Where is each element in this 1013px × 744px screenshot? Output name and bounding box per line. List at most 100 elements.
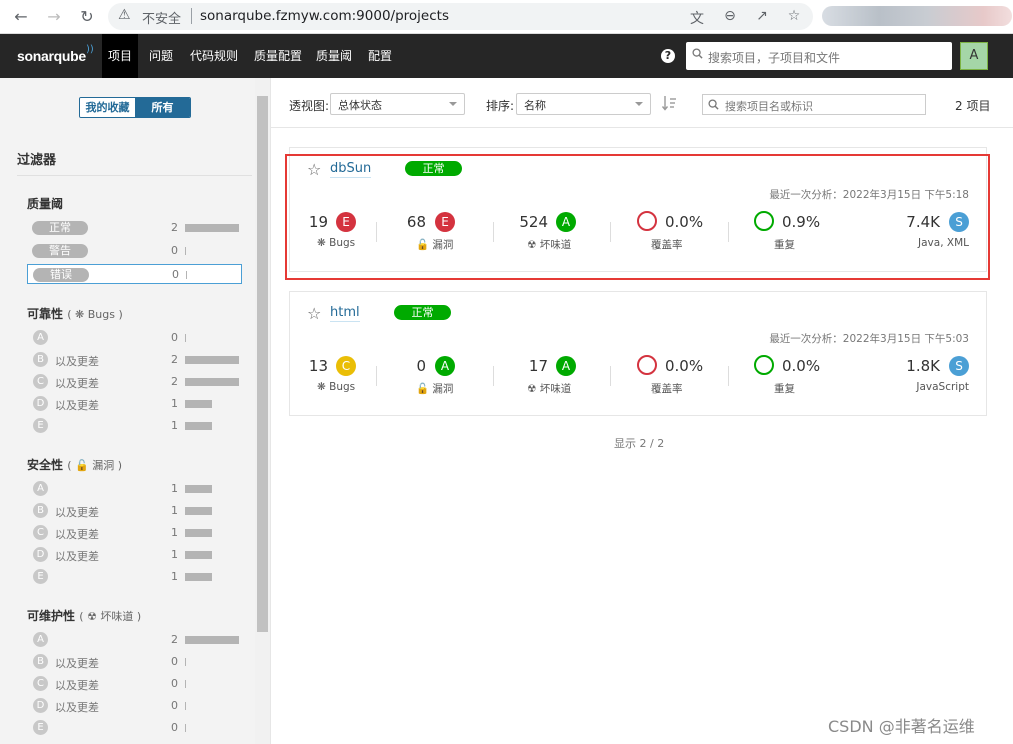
global-search-input[interactable]: 搜索项目，子项目和文件 bbox=[686, 42, 952, 70]
coverage-value[interactable]: 0.0% bbox=[665, 213, 703, 231]
rating-grade-badge: D bbox=[33, 547, 48, 562]
perspective-value: 总体状态 bbox=[338, 99, 382, 112]
radiation-icon: ☢ bbox=[87, 610, 97, 623]
reload-icon[interactable]: ↻ bbox=[75, 5, 99, 29]
facet-count: 1 bbox=[171, 570, 178, 583]
rating-grade-badge: E bbox=[33, 418, 48, 433]
facet-row-security[interactable]: A1 bbox=[27, 479, 242, 499]
facet-bar bbox=[185, 422, 212, 430]
facet-option-label: 以及更差 bbox=[55, 506, 99, 519]
perspective-select[interactable]: 总体状态 bbox=[330, 93, 465, 115]
maintainability-facet-title: 可维护性 ( ☢ 坏味道 ) bbox=[27, 607, 141, 624]
facet-row-security[interactable]: C 以及更差 1 bbox=[27, 523, 242, 543]
all-option[interactable]: 所有 bbox=[135, 98, 190, 117]
project-name-link[interactable]: dbSun bbox=[330, 161, 372, 178]
bugs-value[interactable]: 13 bbox=[309, 357, 328, 375]
bugs-value[interactable]: 19 bbox=[309, 213, 328, 231]
sidebar-scroll-thumb[interactable] bbox=[257, 96, 268, 632]
facet-row-maintainability[interactable]: A2 bbox=[27, 630, 242, 650]
facet-row-maintainability[interactable]: D 以及更差 0 bbox=[27, 696, 242, 716]
facet-row-reliability[interactable]: D 以及更差 1 bbox=[27, 394, 242, 414]
duplications-value[interactable]: 0.0% bbox=[782, 357, 820, 375]
project-count: 2 项目 bbox=[955, 99, 991, 113]
project-card: ☆ html 正常 最近一次分析：2022年3月15日 下午5:03 13 C ❋ Bugs… bbox=[289, 291, 987, 416]
facet-row-reliability[interactable]: A0 bbox=[27, 328, 242, 348]
back-icon[interactable]: ← bbox=[9, 5, 33, 29]
favorites-toggle[interactable]: 我的收藏 所有 bbox=[79, 97, 191, 118]
sort-select[interactable]: 名称 bbox=[516, 93, 651, 115]
favorite-star-icon[interactable]: ☆ bbox=[307, 304, 321, 323]
address-bar[interactable]: ⚠ 不安全 sonarqube.fzmyw.com:9000/projects … bbox=[108, 3, 813, 30]
code-smells-label: ☢ 坏味道 bbox=[527, 237, 571, 252]
facet-row-security[interactable]: E1 bbox=[27, 567, 242, 587]
vulnerabilities-label: 🔓 漏洞 bbox=[416, 381, 453, 396]
project-search-input[interactable]: 搜索项目名或标识 bbox=[702, 94, 926, 115]
security-subtitle-text: 漏洞 bbox=[92, 459, 115, 472]
lines-of-code-value[interactable]: 7.4K bbox=[906, 213, 940, 231]
favorites-option[interactable]: 我的收藏 bbox=[80, 98, 135, 117]
code-smells-value[interactable]: 17 bbox=[529, 357, 548, 375]
project-name-link[interactable]: html bbox=[330, 305, 360, 322]
sort-direction-icon[interactable] bbox=[661, 94, 677, 112]
url-text[interactable]: sonarqube.fzmyw.com:9000/projects bbox=[200, 8, 449, 24]
share-icon[interactable]: ↗ bbox=[753, 8, 771, 24]
bugs-label-text: Bugs bbox=[329, 381, 356, 393]
facet-row-quality_gate[interactable]: 警告 0 bbox=[27, 241, 242, 261]
quality-gate-status-pill: 错误 bbox=[33, 268, 89, 282]
facet-row-maintainability[interactable]: B 以及更差 0 bbox=[27, 652, 242, 672]
duplications-value[interactable]: 0.9% bbox=[782, 213, 820, 231]
maintainability-title: 可维护性 bbox=[27, 609, 76, 623]
coverage-value[interactable]: 0.0% bbox=[665, 357, 703, 375]
sonarqube-logo[interactable]: sonarqube bbox=[17, 48, 86, 64]
facet-row-quality_gate[interactable]: 正常 2 bbox=[27, 218, 242, 238]
facet-count: 2 bbox=[171, 221, 178, 234]
facet-row-reliability[interactable]: E1 bbox=[27, 416, 242, 436]
facet-row-quality_gate[interactable]: 错误 0 bbox=[27, 264, 242, 284]
bookmark-star-icon[interactable]: ☆ bbox=[785, 8, 803, 24]
rating-grade-badge: E bbox=[33, 720, 48, 735]
facet-row-security[interactable]: D 以及更差 1 bbox=[27, 545, 242, 565]
metric-divider bbox=[376, 366, 377, 386]
global-search-placeholder: 搜索项目，子项目和文件 bbox=[708, 51, 841, 65]
sonarqube-navbar: sonarqube )) 项目 问题 代码规则 质量配置 质量阈 配置 ? 搜索… bbox=[0, 34, 1013, 78]
lines-of-code-value[interactable]: 1.8K bbox=[906, 357, 940, 375]
quality-gate-badge: 正常 bbox=[394, 305, 451, 320]
vulnerabilities-label-text: 漏洞 bbox=[432, 239, 454, 251]
help-icon[interactable]: ? bbox=[661, 49, 675, 63]
code-smells-value[interactable]: 524 bbox=[519, 213, 548, 231]
facet-bar bbox=[185, 658, 186, 666]
bug-icon: ❋ bbox=[75, 308, 85, 321]
vulnerabilities-label-text: 漏洞 bbox=[432, 383, 454, 395]
security-subtitle: ( 🔓 漏洞 ) bbox=[67, 459, 122, 472]
chevron-down-icon bbox=[449, 102, 457, 106]
facet-bar bbox=[186, 271, 187, 279]
facet-row-maintainability[interactable]: E0 bbox=[27, 718, 242, 738]
facet-row-maintainability[interactable]: C 以及更差 0 bbox=[27, 674, 242, 694]
nav-administration[interactable]: 配置 bbox=[362, 34, 398, 78]
user-avatar[interactable]: A bbox=[960, 42, 988, 70]
nav-quality-profiles[interactable]: 质量配置 bbox=[248, 34, 308, 78]
code-smells-label-text: 坏味道 bbox=[539, 239, 572, 251]
vulnerabilities-grade-badge: E bbox=[435, 212, 455, 232]
vulnerabilities-value[interactable]: 0 bbox=[416, 357, 426, 375]
facet-count: 1 bbox=[171, 482, 178, 495]
nav-projects[interactable]: 项目 bbox=[102, 34, 139, 78]
size-grade-badge: S bbox=[949, 212, 969, 232]
coverage-ring-icon bbox=[637, 355, 657, 375]
vulnerabilities-value[interactable]: 68 bbox=[407, 213, 426, 231]
nav-rules[interactable]: 代码规则 bbox=[184, 34, 244, 78]
nav-issues[interactable]: 问题 bbox=[143, 34, 179, 78]
forward-icon[interactable]: → bbox=[42, 5, 66, 29]
metric-divider bbox=[376, 222, 377, 242]
translate-icon[interactable]: 文 bbox=[688, 8, 706, 28]
zoom-out-icon[interactable]: ⊖ bbox=[721, 8, 739, 24]
logo-wave-icon: )) bbox=[86, 44, 94, 55]
security-title: 安全性 bbox=[27, 458, 64, 472]
facet-row-reliability[interactable]: B 以及更差 2 bbox=[27, 350, 242, 370]
maintainability-subtitle: ( ☢ 坏味道 ) bbox=[79, 610, 142, 623]
facet-row-security[interactable]: B 以及更差 1 bbox=[27, 501, 242, 521]
nav-quality-gates[interactable]: 质量阈 bbox=[310, 34, 358, 78]
favorite-star-icon[interactable]: ☆ bbox=[307, 160, 321, 179]
lock-icon: 🔓 bbox=[416, 383, 430, 395]
facet-row-reliability[interactable]: C 以及更差 2 bbox=[27, 372, 242, 392]
